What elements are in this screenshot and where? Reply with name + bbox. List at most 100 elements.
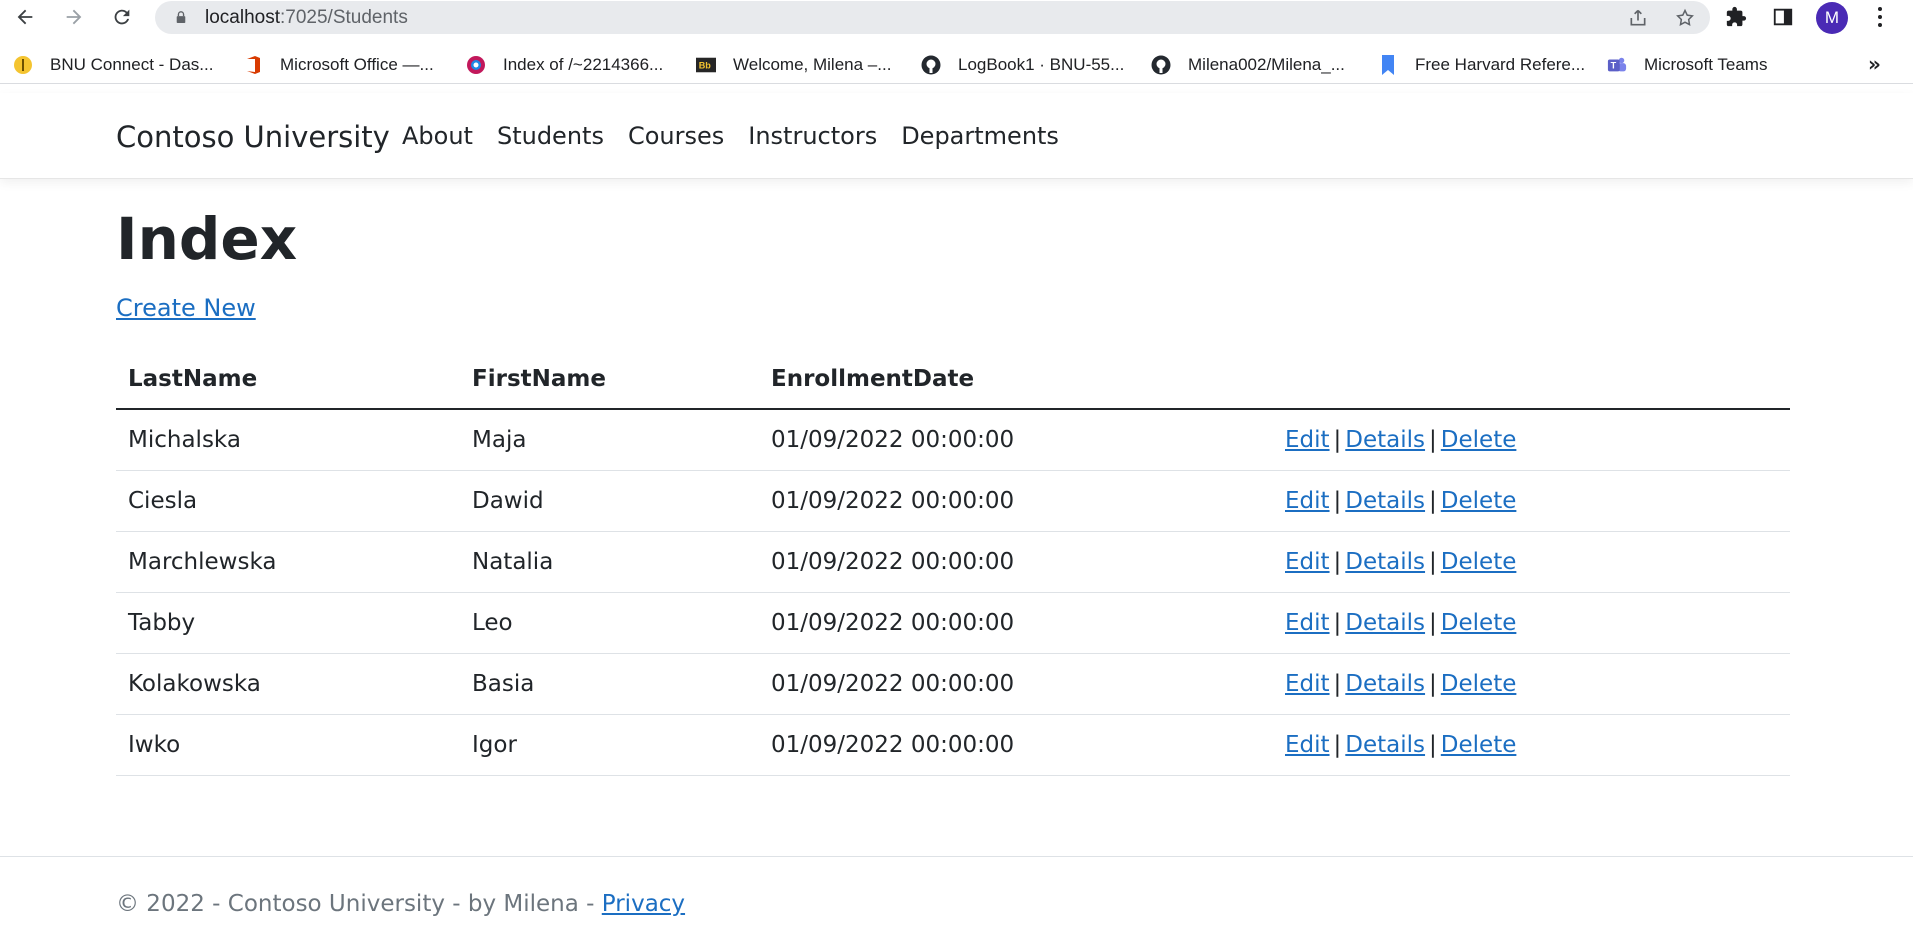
cell-lastname: Iwko — [116, 714, 460, 776]
cell-lastname: Tabby — [116, 592, 460, 654]
separator: | — [1429, 426, 1437, 453]
cell-lastname: Michalska — [116, 409, 460, 471]
privacy-link[interactable]: Privacy — [602, 891, 685, 917]
menu-icon[interactable] — [1870, 3, 1890, 31]
edit-link[interactable]: Edit — [1285, 488, 1330, 514]
column-header-lastname: LastName — [116, 350, 460, 410]
office-icon — [247, 56, 260, 74]
cell-enrollmentdate: 01/09/2022 00:00:00 — [759, 653, 1273, 715]
lock-icon — [176, 11, 186, 23]
details-link[interactable]: Details — [1345, 549, 1425, 575]
cell-firstname: Leo — [460, 592, 759, 654]
footer-text: © 2022 - Contoso University - by Milena … — [116, 891, 685, 917]
table-row: Ciesla Dawid 01/09/2022 00:00:00 Edit | De… — [116, 470, 1790, 532]
column-header-actions — [1273, 350, 1790, 410]
column-header-firstname: FirstName — [460, 350, 759, 410]
separator: | — [1429, 487, 1437, 514]
cell-enrollmentdate: 01/09/2022 00:00:00 — [759, 409, 1273, 471]
reload-icon[interactable] — [108, 3, 136, 31]
nav-link-students[interactable]: Students — [497, 122, 604, 150]
edit-link[interactable]: Edit — [1285, 610, 1330, 636]
copyright-text: © 2022 - Contoso University - by Milena … — [116, 891, 602, 917]
bookmark-item[interactable]: LogBook1 · BNU-55... — [921, 53, 1124, 77]
cell-actions: Edit | Details | Delete — [1273, 531, 1790, 593]
cell-firstname: Basia — [460, 653, 759, 715]
students-table: LastName FirstName EnrollmentDate Michal… — [116, 350, 1790, 776]
separator: | — [1333, 548, 1342, 575]
table-header-row: LastName FirstName EnrollmentDate — [116, 350, 1790, 410]
cell-lastname: Kolakowska — [116, 653, 460, 715]
cell-enrollmentdate: 01/09/2022 00:00:00 — [759, 592, 1273, 654]
profile-avatar[interactable]: M — [1816, 2, 1848, 34]
nav-link-courses[interactable]: Courses — [628, 122, 724, 150]
cell-actions: Edit | Details | Delete — [1273, 714, 1790, 776]
delete-link[interactable]: Delete — [1441, 488, 1517, 514]
separator: | — [1429, 609, 1437, 636]
create-new-link[interactable]: Create New — [116, 294, 256, 322]
page-title: Index — [116, 205, 298, 273]
bookmark-item[interactable]: BNU Connect - Das... — [13, 53, 213, 77]
bookmarks-bar: BNU Connect - Das... Microsoft Office —.… — [0, 46, 1913, 84]
forward-icon[interactable] — [60, 3, 88, 31]
cell-firstname: Maja — [460, 409, 759, 471]
bookmark-item[interactable]: Free Harvard Refere... — [1378, 53, 1585, 77]
svg-text:Bb: Bb — [699, 61, 712, 71]
separator: | — [1333, 609, 1342, 636]
bookmark-item[interactable]: Index of /~2214366... — [466, 53, 663, 77]
bookmark-item[interactable]: Milena002/Milena_... — [1151, 53, 1345, 77]
table-row: Tabby Leo 01/09/2022 00:00:00 Edit | Detai… — [116, 592, 1790, 654]
address-bar[interactable]: localhost:7025/Students — [155, 1, 1710, 34]
separator: | — [1333, 487, 1342, 514]
github-icon — [1151, 55, 1171, 75]
bookmark-icon — [1382, 55, 1394, 75]
details-link[interactable]: Details — [1345, 671, 1425, 697]
blackboard-icon: Bb — [696, 57, 716, 73]
bookmark-item[interactable]: Bb Welcome, Milena –... — [696, 53, 891, 77]
bnu-connect-icon — [14, 56, 32, 74]
delete-link[interactable]: Delete — [1441, 671, 1517, 697]
cell-firstname: Natalia — [460, 531, 759, 593]
teams-icon: T — [1607, 57, 1627, 72]
cell-lastname: Ciesla — [116, 470, 460, 532]
svg-text:T: T — [1611, 61, 1617, 71]
brand-link[interactable]: Contoso University — [116, 120, 390, 154]
globe-icon — [467, 56, 485, 74]
share-icon[interactable] — [1626, 6, 1650, 30]
edit-link[interactable]: Edit — [1285, 427, 1330, 453]
separator: | — [1429, 670, 1437, 697]
cell-actions: Edit | Details | Delete — [1273, 592, 1790, 654]
more-bookmarks-icon[interactable]: » — [1868, 52, 1881, 76]
nav-link-departments[interactable]: Departments — [901, 122, 1059, 150]
site-navbar: Contoso University About Students Course… — [0, 93, 1913, 179]
separator: | — [1429, 731, 1437, 758]
extensions-icon[interactable] — [1723, 4, 1749, 30]
delete-link[interactable]: Delete — [1441, 610, 1517, 636]
cell-enrollmentdate: 01/09/2022 00:00:00 — [759, 470, 1273, 532]
url-text: localhost:7025/Students — [205, 7, 408, 28]
details-link[interactable]: Details — [1345, 732, 1425, 758]
bookmark-item[interactable]: T Microsoft Teams — [1607, 53, 1767, 77]
edit-link[interactable]: Edit — [1285, 732, 1330, 758]
star-icon[interactable] — [1673, 6, 1697, 30]
delete-link[interactable]: Delete — [1441, 549, 1517, 575]
details-link[interactable]: Details — [1345, 488, 1425, 514]
nav-link-about[interactable]: About — [402, 122, 473, 150]
column-header-enrollmentdate: EnrollmentDate — [759, 350, 1273, 410]
delete-link[interactable]: Delete — [1441, 732, 1517, 758]
details-link[interactable]: Details — [1345, 610, 1425, 636]
edit-link[interactable]: Edit — [1285, 671, 1330, 697]
nav-link-instructors[interactable]: Instructors — [748, 122, 877, 150]
table-row: Michalska Maja 01/09/2022 00:00:00 Edit |… — [116, 409, 1790, 471]
bookmark-item[interactable]: Microsoft Office —... — [243, 53, 434, 77]
table-row: Marchlewska Natalia 01/09/2022 00:00:00 … — [116, 531, 1790, 593]
side-panel-icon[interactable] — [1770, 4, 1796, 30]
cell-actions: Edit | Details | Delete — [1273, 409, 1790, 471]
delete-link[interactable]: Delete — [1441, 427, 1517, 453]
separator: | — [1429, 548, 1437, 575]
cell-enrollmentdate: 01/09/2022 00:00:00 — [759, 714, 1273, 776]
edit-link[interactable]: Edit — [1285, 549, 1330, 575]
github-icon — [921, 55, 941, 75]
details-link[interactable]: Details — [1345, 427, 1425, 453]
cell-firstname: Dawid — [460, 470, 759, 532]
back-icon[interactable] — [11, 3, 39, 31]
